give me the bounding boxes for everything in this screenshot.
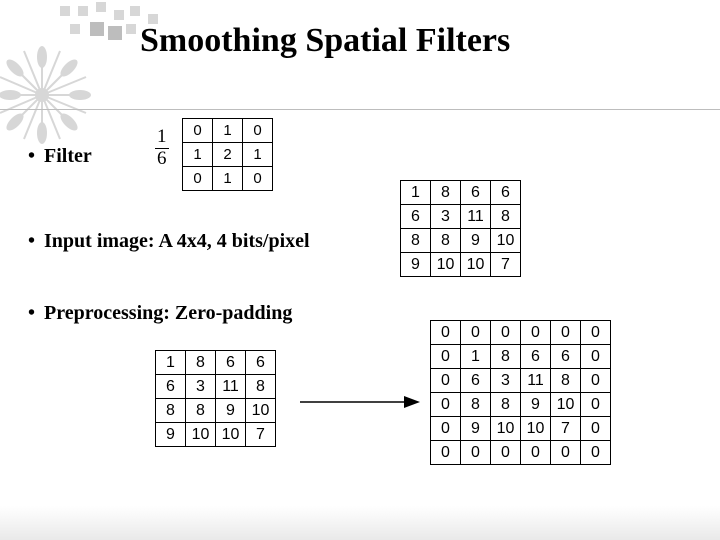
matrix-cell: 11: [216, 375, 246, 399]
matrix-cell: 1: [156, 351, 186, 375]
fraction-numerator: 1: [155, 127, 169, 149]
matrix-cell: 6: [461, 369, 491, 393]
matrix-cell: 0: [183, 119, 213, 143]
matrix-cell: 0: [431, 321, 461, 345]
bullet-preproc-text: Preprocessing: Zero-padding: [44, 302, 292, 324]
matrix-cell: 0: [551, 321, 581, 345]
matrix-input-copy: 18666311888910910107: [155, 350, 276, 447]
matrix-cell: 9: [521, 393, 551, 417]
matrix-cell: 1: [213, 119, 243, 143]
matrix-cell: 0: [581, 369, 611, 393]
matrix-cell: 8: [186, 351, 216, 375]
matrix-cell: 1: [401, 181, 431, 205]
bullet-preproc: •Preprocessing: Zero-padding: [28, 302, 292, 325]
slide-bottom-shadow: [0, 506, 720, 540]
matrix-cell: 0: [243, 167, 273, 191]
arrow-right-icon: [300, 392, 420, 412]
matrix-cell: 6: [521, 345, 551, 369]
matrix-cell: 0: [491, 321, 521, 345]
matrix-cell: 0: [431, 441, 461, 465]
matrix-cell: 8: [401, 229, 431, 253]
bullet-filter: •Filter: [28, 145, 92, 168]
matrix-cell: 9: [216, 399, 246, 423]
matrix-cell: 7: [491, 253, 521, 277]
bullet-input-text: Input image: A 4x4, 4 bits/pixel: [44, 230, 310, 252]
matrix-cell: 6: [551, 345, 581, 369]
matrix-cell: 6: [216, 351, 246, 375]
matrix-cell: 11: [461, 205, 491, 229]
matrix-cell: 10: [521, 417, 551, 441]
matrix-cell: 6: [246, 351, 276, 375]
matrix-cell: 6: [156, 375, 186, 399]
bullet-input: •Input image: A 4x4, 4 bits/pixel: [28, 230, 310, 253]
matrix-cell: 6: [461, 181, 491, 205]
matrix-zero-padded: 0000000186600631180088910009101070000000: [430, 320, 611, 465]
matrix-cell: 0: [521, 441, 551, 465]
matrix-cell: 10: [491, 417, 521, 441]
matrix-cell: 3: [186, 375, 216, 399]
matrix-cell: 0: [431, 369, 461, 393]
matrix-cell: 8: [431, 181, 461, 205]
matrix-cell: 10: [216, 423, 246, 447]
matrix-cell: 0: [461, 441, 491, 465]
matrix-cell: 8: [491, 205, 521, 229]
matrix-cell: 8: [491, 393, 521, 417]
matrix-filter: 010121010: [182, 118, 273, 191]
matrix-cell: 0: [551, 441, 581, 465]
matrix-cell: 0: [431, 393, 461, 417]
matrix-cell: 10: [551, 393, 581, 417]
matrix-cell: 7: [551, 417, 581, 441]
matrix-cell: 1: [183, 143, 213, 167]
matrix-input: 18666311888910910107: [400, 180, 521, 277]
matrix-cell: 8: [461, 393, 491, 417]
matrix-cell: 0: [243, 119, 273, 143]
matrix-cell: 9: [401, 253, 431, 277]
matrix-cell: 7: [246, 423, 276, 447]
matrix-cell: 6: [491, 181, 521, 205]
matrix-cell: 8: [186, 399, 216, 423]
matrix-cell: 3: [491, 369, 521, 393]
matrix-cell: 1: [213, 167, 243, 191]
matrix-cell: 0: [461, 321, 491, 345]
matrix-cell: 11: [521, 369, 551, 393]
slide-title: Smoothing Spatial Filters: [140, 22, 510, 60]
matrix-cell: 0: [491, 441, 521, 465]
matrix-cell: 0: [581, 417, 611, 441]
matrix-cell: 0: [183, 167, 213, 191]
matrix-cell: 9: [461, 229, 491, 253]
matrix-cell: 0: [581, 321, 611, 345]
matrix-cell: 9: [156, 423, 186, 447]
matrix-cell: 0: [431, 417, 461, 441]
matrix-cell: 10: [491, 229, 521, 253]
matrix-cell: 1: [243, 143, 273, 167]
matrix-cell: 8: [246, 375, 276, 399]
matrix-cell: 0: [521, 321, 551, 345]
matrix-cell: 8: [431, 229, 461, 253]
matrix-cell: 8: [156, 399, 186, 423]
matrix-cell: 1: [461, 345, 491, 369]
matrix-cell: 8: [491, 345, 521, 369]
matrix-cell: 9: [461, 417, 491, 441]
bullet-filter-text: Filter: [44, 145, 92, 167]
matrix-cell: 2: [213, 143, 243, 167]
matrix-cell: 10: [186, 423, 216, 447]
matrix-cell: 0: [431, 345, 461, 369]
matrix-cell: 3: [431, 205, 461, 229]
fraction-denominator: 6: [155, 149, 169, 170]
matrix-cell: 0: [581, 441, 611, 465]
matrix-cell: 0: [581, 393, 611, 417]
matrix-cell: 6: [401, 205, 431, 229]
fraction-one-sixth: 1 6: [155, 127, 169, 170]
matrix-cell: 10: [246, 399, 276, 423]
matrix-cell: 8: [551, 369, 581, 393]
title-underline: [0, 109, 720, 110]
matrix-cell: 0: [581, 345, 611, 369]
matrix-cell: 10: [461, 253, 491, 277]
matrix-cell: 10: [431, 253, 461, 277]
